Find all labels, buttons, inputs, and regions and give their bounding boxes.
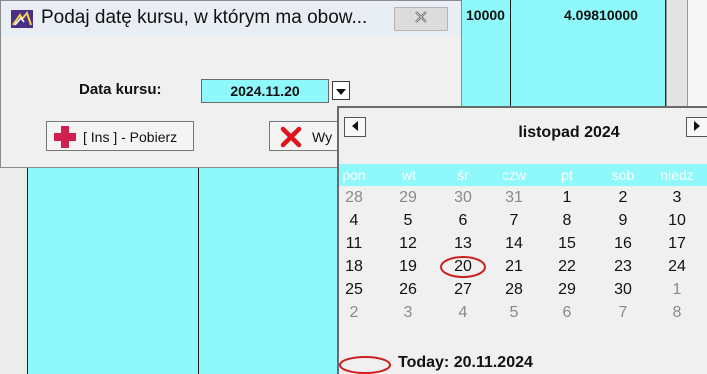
ins-button-label: [ Ins ] - Pobierz	[83, 129, 178, 145]
weekday-label: pt	[561, 167, 573, 183]
calendar-day[interactable]: 16	[598, 235, 648, 253]
calendar-day[interactable]: 14	[489, 235, 539, 253]
weekday-label: niedz	[660, 167, 694, 183]
calendar-day[interactable]: 5	[489, 304, 539, 322]
calendar-day[interactable]: 28	[489, 281, 539, 299]
date-label: Data kursu:	[79, 81, 162, 98]
weekday-header: pon wt śr czw pt sob niedz	[339, 164, 707, 186]
calendar-day[interactable]: 30	[438, 189, 488, 207]
calendar-day[interactable]: 17	[652, 235, 702, 253]
date-input[interactable]: 2024.11.20	[201, 79, 329, 103]
chevron-down-icon	[336, 82, 346, 100]
calendar-day[interactable]: 9	[598, 212, 648, 230]
calendar-day[interactable]: 4	[339, 212, 379, 230]
calendar-day[interactable]: 4	[438, 304, 488, 322]
calendar-day[interactable]: 22	[542, 258, 592, 276]
calendar-day[interactable]: 28	[339, 189, 379, 207]
calendar-day[interactable]: 30	[598, 281, 648, 299]
calendar-day[interactable]: 7	[598, 304, 648, 322]
ins-fetch-button[interactable]: [ Ins ] - Pobierz	[46, 121, 194, 151]
calendar-day[interactable]: 1	[542, 189, 592, 207]
calendar-day[interactable]: 2	[339, 304, 379, 322]
calendar-popup: listopad 2024 pon wt śr czw pt sob niedz…	[337, 106, 707, 374]
selected-day-circle-icon	[440, 256, 486, 278]
calendar-day[interactable]: 24	[652, 258, 702, 276]
month-title: listopad 2024	[518, 124, 620, 141]
weekday-label: czw	[501, 167, 527, 183]
calendar-day[interactable]: 29	[542, 281, 592, 299]
calendar-day[interactable]: 25	[339, 281, 379, 299]
calendar-day[interactable]: 1	[652, 281, 702, 299]
plus-icon	[52, 125, 78, 154]
calendar-day[interactable]: 8	[652, 304, 702, 322]
calendar-day[interactable]: 13	[438, 235, 488, 253]
calendar-day[interactable]: 26	[383, 281, 433, 299]
app-icon	[11, 10, 33, 28]
calendar-day[interactable]: 11	[339, 235, 379, 253]
close-x-icon	[280, 126, 302, 150]
weekday-label: śr	[457, 167, 469, 183]
calendar-day[interactable]: 12	[383, 235, 433, 253]
date-dropdown-button[interactable]	[332, 81, 350, 100]
calendar-day[interactable]: 3	[652, 189, 702, 207]
calendar-day[interactable]: 19	[383, 258, 433, 276]
weekday-label: wt	[402, 167, 416, 183]
calendar-day[interactable]: 10	[652, 212, 702, 230]
calendar-day[interactable]: 23	[598, 258, 648, 276]
calendar-day[interactable]: 21	[489, 258, 539, 276]
calendar-day[interactable]: 31	[489, 189, 539, 207]
calendar-day[interactable]: 8	[542, 212, 592, 230]
dialog-titlebar[interactable]: Podaj datę kursu, w którym ma obow...	[1, 1, 461, 36]
calendar-day[interactable]: 18	[339, 258, 379, 276]
exit-button-label: Wy	[312, 129, 333, 145]
weekday-label: pon	[342, 167, 366, 183]
close-button[interactable]	[394, 7, 448, 31]
close-icon	[413, 9, 429, 30]
calendar-day[interactable]: 3	[383, 304, 433, 322]
weekday-label: sob	[611, 167, 635, 183]
calendar-day[interactable]: 5	[383, 212, 433, 230]
grid-cell: 10000	[466, 7, 505, 23]
calendar-day[interactable]: 6	[438, 212, 488, 230]
calendar-day[interactable]: 29	[383, 189, 433, 207]
grid-cell: 4.09810000	[564, 7, 638, 23]
calendar-day[interactable]: 27	[438, 281, 488, 299]
calendar-day[interactable]: 7	[489, 212, 539, 230]
calendar-day[interactable]: 6	[542, 304, 592, 322]
calendar-day[interactable]: 15	[542, 235, 592, 253]
calendar-day[interactable]: 2	[598, 189, 648, 207]
dialog-title: Podaj datę kursu, w którym ma obow...	[41, 7, 368, 28]
today-circle-icon	[339, 355, 395, 374]
today-link[interactable]: Today: 20.11.2024	[398, 354, 533, 372]
